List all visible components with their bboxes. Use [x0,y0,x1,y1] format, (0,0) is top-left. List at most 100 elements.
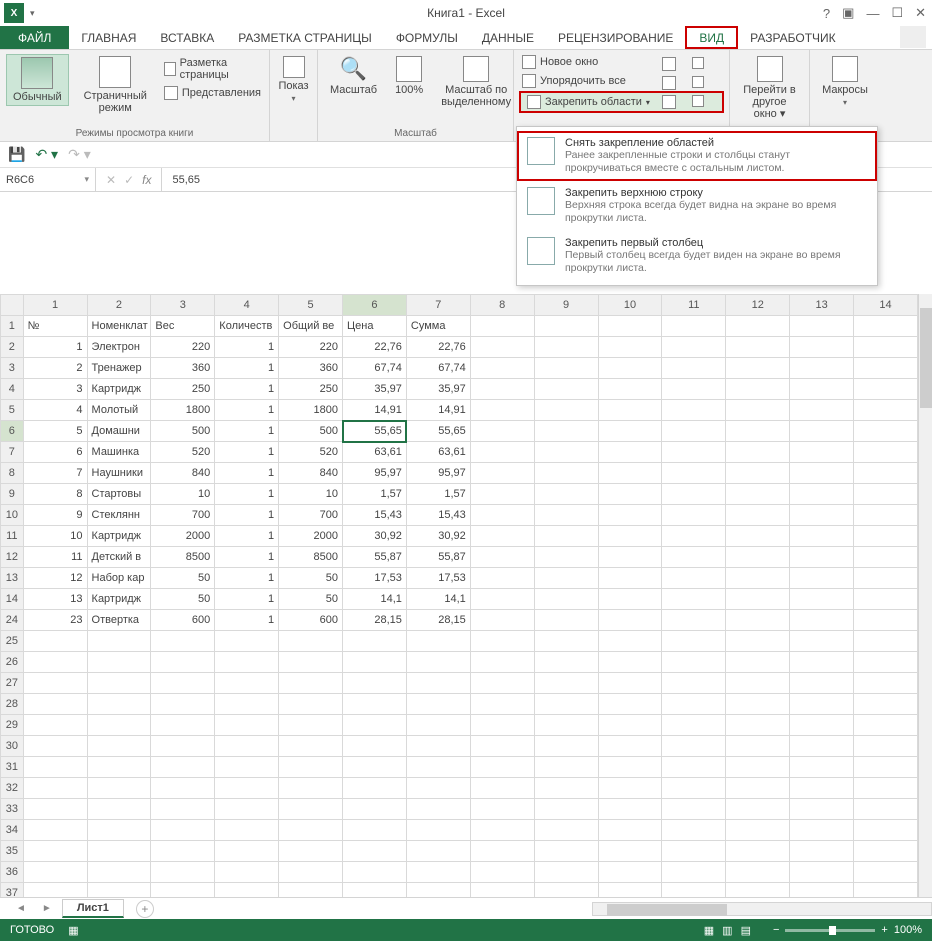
cell[interactable] [790,862,854,883]
sync-scroll-button[interactable] [690,56,706,70]
cell[interactable] [790,505,854,526]
cell[interactable] [790,610,854,631]
chevron-down-icon[interactable]: ▾ [84,174,89,185]
cell[interactable] [854,841,918,862]
row-header[interactable]: 3 [1,358,24,379]
cell[interactable] [790,673,854,694]
cell[interactable]: Отвертка [87,610,151,631]
col-header[interactable]: 6 [343,295,407,316]
cell[interactable] [790,568,854,589]
cell[interactable] [470,526,534,547]
cell[interactable] [470,778,534,799]
cell[interactable] [662,358,726,379]
cell[interactable] [726,799,790,820]
cell[interactable] [662,883,726,898]
cell[interactable]: 13 [23,589,87,610]
cell[interactable] [726,547,790,568]
row-header[interactable]: 37 [1,883,24,898]
row-header[interactable]: 33 [1,799,24,820]
cell[interactable] [87,694,151,715]
cell[interactable]: 17,53 [406,568,470,589]
cell[interactable] [215,715,279,736]
cell[interactable] [854,652,918,673]
cell[interactable]: 55,65 [343,421,407,442]
cell[interactable] [470,463,534,484]
cell[interactable] [470,379,534,400]
cell[interactable] [215,799,279,820]
col-header[interactable]: 13 [790,295,854,316]
split-button[interactable] [660,56,678,72]
cell[interactable] [790,442,854,463]
cell[interactable] [598,316,662,337]
cell[interactable] [215,862,279,883]
cell[interactable] [662,442,726,463]
cell[interactable] [343,778,407,799]
horizontal-scrollbar[interactable] [592,902,932,916]
row-header[interactable]: 1 [1,316,24,337]
cell[interactable] [854,673,918,694]
cell[interactable] [726,883,790,898]
cell[interactable] [726,757,790,778]
cell[interactable]: 7 [23,463,87,484]
cell[interactable]: 1 [215,568,279,589]
zoom-slider[interactable] [785,929,875,932]
cell[interactable] [854,694,918,715]
cell[interactable]: Молотый [87,400,151,421]
zoom-in-icon[interactable]: + [881,924,887,936]
cell[interactable] [790,652,854,673]
col-header[interactable]: 8 [470,295,534,316]
cell[interactable] [726,736,790,757]
cell[interactable] [406,799,470,820]
cell[interactable]: 2000 [279,526,343,547]
cell[interactable] [279,631,343,652]
cell[interactable]: 55,65 [406,421,470,442]
close-icon[interactable]: ✕ [915,5,926,21]
cell[interactable] [151,652,215,673]
cell[interactable] [87,883,151,898]
cell[interactable] [598,337,662,358]
cell[interactable]: 360 [279,358,343,379]
cell[interactable] [662,757,726,778]
save-icon[interactable]: 💾 [8,146,25,163]
cell[interactable] [790,421,854,442]
cell[interactable]: 1,57 [343,484,407,505]
cell[interactable]: 3 [23,379,87,400]
row-header[interactable]: 8 [1,463,24,484]
cell[interactable] [151,820,215,841]
cell[interactable]: № [23,316,87,337]
cell[interactable]: 12 [23,568,87,589]
reset-pos-button[interactable] [690,94,706,108]
row-header[interactable]: 7 [1,442,24,463]
row-header[interactable]: 4 [1,379,24,400]
cell[interactable] [87,736,151,757]
cell[interactable] [151,694,215,715]
cell[interactable] [470,862,534,883]
cell[interactable]: 220 [151,337,215,358]
cell[interactable] [406,631,470,652]
cell[interactable] [598,484,662,505]
cell[interactable]: Номенклат [87,316,151,337]
row-header[interactable]: 34 [1,820,24,841]
col-header[interactable]: 9 [534,295,598,316]
cell[interactable] [87,799,151,820]
cell[interactable] [279,652,343,673]
cell[interactable] [151,715,215,736]
col-header[interactable]: 3 [151,295,215,316]
cell[interactable] [854,400,918,421]
cell[interactable] [470,337,534,358]
cell[interactable] [470,631,534,652]
zoom-selection-button[interactable]: Масштаб повыделенному [435,54,517,110]
cell[interactable] [726,442,790,463]
cell[interactable] [534,841,598,862]
cell[interactable] [406,736,470,757]
tab-developer[interactable]: РАЗРАБОТЧИК [738,26,848,49]
cell[interactable]: 5 [23,421,87,442]
cell[interactable] [662,421,726,442]
cell[interactable] [470,841,534,862]
cell[interactable]: Тренажер [87,358,151,379]
cell[interactable] [151,862,215,883]
cell[interactable]: 50 [279,568,343,589]
cell[interactable] [470,589,534,610]
cell[interactable] [598,400,662,421]
sheet-nav-prev[interactable]: ◄ [10,903,32,914]
